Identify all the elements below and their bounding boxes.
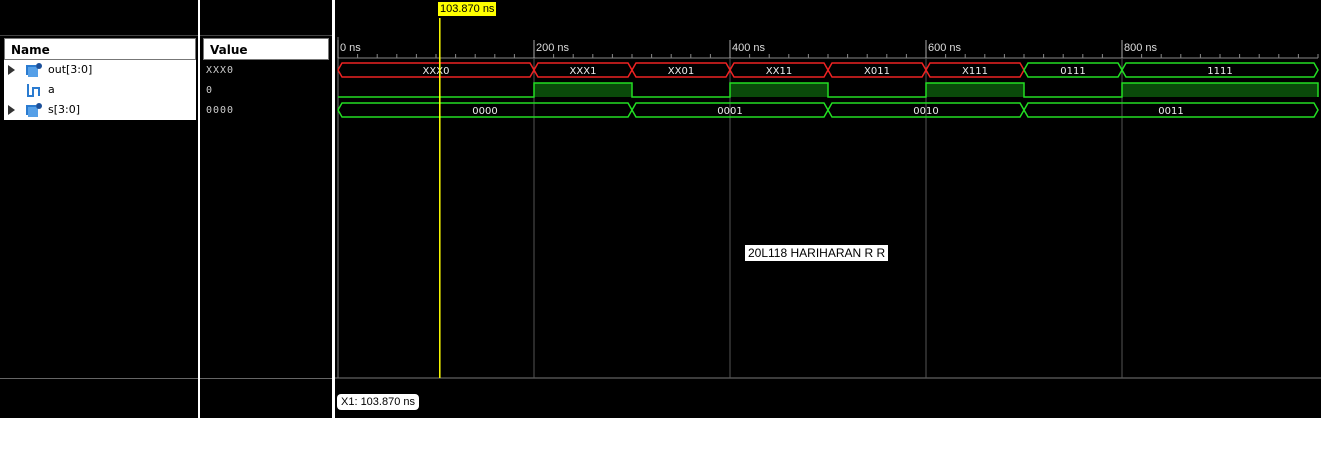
waveform-canvas[interactable]: 0 ns 200 ns 400 ns 600 ns 800 ns XXX0 XXX1 XX01…: [335, 0, 1321, 418]
signal-value-a: 0: [206, 85, 214, 96]
expand-arrow-icon[interactable]: [8, 65, 15, 75]
s-wave-value-label: 0010: [913, 106, 938, 117]
signal-name: s[3:0]: [48, 103, 81, 116]
signal-value-out: XXX0: [206, 65, 235, 76]
out-wave-value-label: XXX0: [423, 66, 450, 77]
out-wave-value-label: XXX1: [570, 66, 597, 77]
signal-value-s: 0000: [206, 105, 235, 116]
value-panel: [200, 0, 332, 418]
out-wave-value-label: X011: [864, 66, 890, 77]
tick-label: 0 ns: [340, 42, 361, 54]
a-wave-high-fill: [926, 83, 1024, 97]
a-wave-high-fill: [534, 83, 632, 97]
signal-row-s[interactable]: s[3:0]: [4, 100, 196, 120]
value-panel-top-divider: [200, 35, 332, 36]
cursor-time-label[interactable]: 103.870 ns: [438, 2, 497, 16]
tick-label: 800 ns: [1124, 42, 1158, 54]
signal-row-a[interactable]: a: [4, 80, 196, 100]
out-wave-value-label: X111: [962, 66, 988, 77]
out-wave-value-label: XX11: [766, 66, 792, 77]
s-wave-value-label: 0000: [472, 106, 497, 117]
out-wave-value-label: 0111: [1060, 66, 1085, 77]
bit-icon: [25, 82, 43, 101]
a-wave-high-fill: [730, 83, 828, 97]
expand-arrow-icon[interactable]: [8, 105, 15, 115]
signal-row-out[interactable]: out[3:0]: [4, 60, 196, 80]
cursor-readout: X1: 103.870 ns: [337, 394, 420, 410]
bus-icon: [25, 62, 43, 81]
out-wave-value-label: XX01: [668, 66, 694, 77]
value-column-header[interactable]: Value: [203, 38, 329, 60]
tick-label: 200 ns: [536, 42, 570, 54]
s-wave-value-label: 0011: [1158, 106, 1183, 117]
out-wave-value-label: 1111: [1207, 66, 1232, 77]
a-wave-high-fill: [1122, 83, 1318, 97]
value-panel-bottom-divider: [200, 378, 332, 379]
annotation-label: 20L118 HARIHARAN R R: [745, 245, 889, 261]
name-column-header[interactable]: Name: [4, 38, 196, 60]
signal-name: a: [48, 83, 55, 96]
tick-label: 600 ns: [928, 42, 962, 54]
signal-name: out[3:0]: [48, 63, 93, 76]
tick-label: 400 ns: [732, 42, 766, 54]
name-panel-top-divider: [0, 35, 198, 36]
s-wave-value-label: 0001: [717, 106, 742, 117]
name-panel-bottom-divider: [0, 378, 198, 379]
bus-icon: [25, 102, 43, 121]
